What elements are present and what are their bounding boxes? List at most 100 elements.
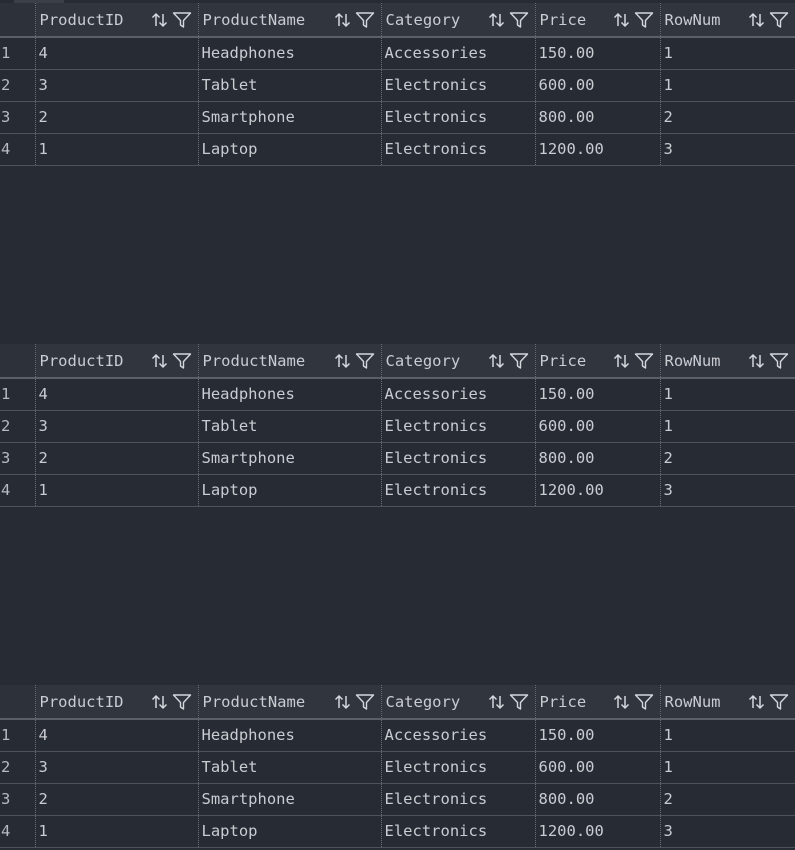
- table-cell[interactable]: 1: [659, 410, 795, 443]
- table-cell[interactable]: Smartphone: [197, 783, 381, 816]
- sort-arrows-icon[interactable]: [333, 11, 353, 29]
- table-cell[interactable]: Headphones: [197, 37, 381, 70]
- sort-arrows-icon[interactable]: [612, 693, 632, 711]
- sort-arrows-icon[interactable]: [150, 11, 170, 29]
- sort-arrows-icon[interactable]: [487, 693, 507, 711]
- sort-arrows-icon[interactable]: [747, 693, 767, 711]
- table-cell[interactable]: 600.00: [534, 751, 660, 784]
- table-row[interactable]: 3 2 Smartphone Electronics 800.00 2: [0, 783, 795, 816]
- table-cell[interactable]: 1200.00: [534, 815, 660, 848]
- column-header[interactable]: ProductName: [197, 344, 381, 379]
- table-row[interactable]: 2 3 Tablet Electronics 600.00 1: [0, 69, 795, 102]
- table-cell[interactable]: Accessories: [380, 719, 535, 752]
- filter-funnel-icon[interactable]: [172, 352, 192, 370]
- filter-funnel-icon[interactable]: [634, 11, 654, 29]
- table-cell[interactable]: 150.00: [534, 378, 660, 411]
- table-cell[interactable]: Headphones: [197, 378, 381, 411]
- column-header[interactable]: ProductName: [197, 3, 381, 38]
- table-cell[interactable]: 3: [659, 474, 795, 507]
- table-cell[interactable]: Electronics: [380, 751, 535, 784]
- row-number[interactable]: 2: [0, 751, 35, 784]
- table-cell[interactable]: 2: [34, 101, 198, 134]
- sort-arrows-icon[interactable]: [333, 693, 353, 711]
- table-cell[interactable]: 3: [34, 69, 198, 102]
- sort-arrows-icon[interactable]: [612, 11, 632, 29]
- table-cell[interactable]: Laptop: [197, 474, 381, 507]
- table-cell[interactable]: 3: [659, 133, 795, 166]
- column-header[interactable]: Category: [380, 685, 535, 720]
- sort-arrows-icon[interactable]: [487, 11, 507, 29]
- table-cell[interactable]: Smartphone: [197, 101, 381, 134]
- table-cell[interactable]: 2: [659, 101, 795, 134]
- filter-funnel-icon[interactable]: [634, 693, 654, 711]
- row-number[interactable]: 2: [0, 69, 35, 102]
- table-cell[interactable]: 1200.00: [534, 474, 660, 507]
- table-cell[interactable]: 4: [34, 378, 198, 411]
- table-cell[interactable]: 150.00: [534, 719, 660, 752]
- table-cell[interactable]: 1: [659, 719, 795, 752]
- table-cell[interactable]: 1: [659, 37, 795, 70]
- row-number[interactable]: 1: [0, 378, 35, 411]
- filter-funnel-icon[interactable]: [769, 11, 789, 29]
- table-cell[interactable]: 1200.00: [534, 133, 660, 166]
- column-header[interactable]: Price: [534, 344, 660, 379]
- table-cell[interactable]: Electronics: [380, 69, 535, 102]
- filter-funnel-icon[interactable]: [509, 352, 529, 370]
- row-number[interactable]: 2: [0, 410, 35, 443]
- filter-funnel-icon[interactable]: [634, 352, 654, 370]
- table-cell[interactable]: 2: [659, 442, 795, 475]
- table-row[interactable]: 3 2 Smartphone Electronics 800.00 2: [0, 442, 795, 475]
- sort-arrows-icon[interactable]: [747, 352, 767, 370]
- table-cell[interactable]: 3: [34, 410, 198, 443]
- filter-funnel-icon[interactable]: [172, 693, 192, 711]
- sort-arrows-icon[interactable]: [333, 352, 353, 370]
- table-cell[interactable]: Electronics: [380, 815, 535, 848]
- table-cell[interactable]: 800.00: [534, 783, 660, 816]
- row-number[interactable]: 4: [0, 474, 35, 507]
- table-cell[interactable]: 1: [659, 751, 795, 784]
- table-cell[interactable]: Electronics: [380, 783, 535, 816]
- table-row[interactable]: 4 1 Laptop Electronics 1200.00 3: [0, 474, 795, 507]
- row-number[interactable]: 3: [0, 442, 35, 475]
- row-number[interactable]: 4: [0, 133, 35, 166]
- table-cell[interactable]: Tablet: [197, 751, 381, 784]
- table-cell[interactable]: Smartphone: [197, 442, 381, 475]
- filter-funnel-icon[interactable]: [355, 352, 375, 370]
- column-header[interactable]: RowNum: [659, 685, 795, 720]
- row-number[interactable]: 3: [0, 101, 35, 134]
- table-cell[interactable]: Electronics: [380, 442, 535, 475]
- table-row[interactable]: 2 3 Tablet Electronics 600.00 1: [0, 410, 795, 443]
- table-cell[interactable]: 800.00: [534, 442, 660, 475]
- table-cell[interactable]: 3: [34, 751, 198, 784]
- table-cell[interactable]: Accessories: [380, 37, 535, 70]
- filter-funnel-icon[interactable]: [172, 11, 192, 29]
- sort-arrows-icon[interactable]: [747, 11, 767, 29]
- table-cell[interactable]: 600.00: [534, 410, 660, 443]
- table-row[interactable]: 4 1 Laptop Electronics 1200.00 3: [0, 815, 795, 848]
- table-cell[interactable]: Electronics: [380, 133, 535, 166]
- column-header[interactable]: ProductName: [197, 685, 381, 720]
- table-cell[interactable]: 4: [34, 719, 198, 752]
- row-number-header[interactable]: [0, 3, 35, 38]
- table-cell[interactable]: Accessories: [380, 378, 535, 411]
- filter-funnel-icon[interactable]: [509, 693, 529, 711]
- table-cell[interactable]: 2: [659, 783, 795, 816]
- table-cell[interactable]: 2: [34, 442, 198, 475]
- table-cell[interactable]: Headphones: [197, 719, 381, 752]
- filter-funnel-icon[interactable]: [355, 11, 375, 29]
- column-header[interactable]: Category: [380, 3, 535, 38]
- table-row[interactable]: 4 1 Laptop Electronics 1200.00 3: [0, 133, 795, 166]
- table-cell[interactable]: Electronics: [380, 101, 535, 134]
- table-cell[interactable]: Tablet: [197, 410, 381, 443]
- table-cell[interactable]: 1: [659, 69, 795, 102]
- filter-funnel-icon[interactable]: [769, 352, 789, 370]
- table-row[interactable]: 1 4 Headphones Accessories 150.00 1: [0, 378, 795, 411]
- row-number[interactable]: 1: [0, 719, 35, 752]
- sort-arrows-icon[interactable]: [612, 352, 632, 370]
- table-cell[interactable]: 1: [34, 133, 198, 166]
- column-header[interactable]: ProductID: [34, 685, 198, 720]
- column-header[interactable]: ProductID: [34, 344, 198, 379]
- table-cell[interactable]: Laptop: [197, 815, 381, 848]
- filter-funnel-icon[interactable]: [769, 693, 789, 711]
- row-number-header[interactable]: [0, 685, 35, 720]
